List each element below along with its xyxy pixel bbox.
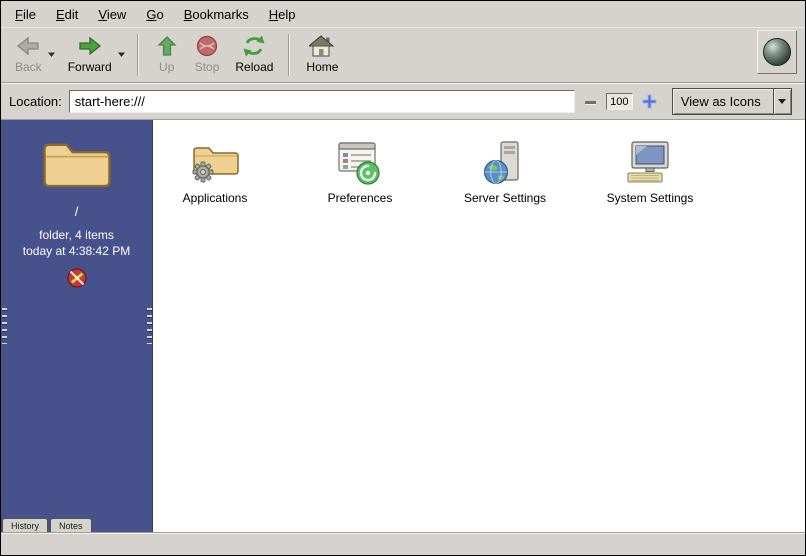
menu-help[interactable]: Help	[259, 3, 306, 26]
content-pane[interactable]: Applications Preferences	[153, 120, 805, 532]
pane-resize-grip[interactable]	[147, 308, 152, 344]
nowrite-emblem-icon	[66, 267, 88, 294]
icon-applications[interactable]: Applications	[159, 134, 271, 205]
sidebar-item-count: folder, 4 items	[39, 228, 114, 242]
chevron-down-icon	[47, 46, 56, 61]
icon-preferences[interactable]: Preferences	[304, 134, 416, 205]
back-history-dropdown-button[interactable]	[45, 44, 58, 63]
sidebar: / folder, 4 items today at 4:38:42 PM Hi…	[1, 120, 153, 532]
toolbar-separator	[137, 34, 138, 76]
forward-history-dropdown-button[interactable]	[115, 44, 128, 63]
reload-icon	[241, 34, 267, 58]
preferences-window-swirl-icon	[335, 134, 385, 186]
applications-folder-gear-icon	[190, 134, 240, 186]
toolbar-separator	[288, 34, 289, 76]
monitor-keyboard-icon	[623, 134, 677, 186]
chevron-down-icon	[117, 46, 126, 61]
menu-bookmarks[interactable]: Bookmarks	[174, 3, 259, 26]
folder-icon	[41, 136, 113, 192]
stop-button[interactable]: Stop	[187, 30, 228, 76]
zoom-level: 100	[606, 93, 633, 110]
sidebar-tabs: History Notes	[2, 518, 92, 532]
reload-button[interactable]: Reload	[227, 30, 281, 76]
plus-icon	[642, 94, 657, 109]
view-as-select[interactable]: View as Icons	[672, 88, 792, 115]
home-button[interactable]: Home	[298, 30, 346, 76]
menu-file[interactable]: File	[5, 3, 46, 26]
zoom-in-button[interactable]	[640, 92, 659, 111]
server-tower-globe-icon	[480, 134, 530, 186]
view-as-value: View as Icons	[673, 89, 773, 114]
menu-view[interactable]: View	[88, 3, 136, 26]
up-button[interactable]: Up	[147, 30, 187, 76]
location-bar: Location: 100 View as Icons	[1, 83, 805, 120]
icon-server-settings[interactable]: Server Settings	[449, 134, 561, 205]
chevron-down-icon	[778, 99, 786, 104]
menu-edit[interactable]: Edit	[46, 3, 88, 26]
icon-system-settings[interactable]: System Settings	[594, 134, 706, 205]
icon-label: Preferences	[328, 191, 393, 205]
menu-go[interactable]: Go	[136, 3, 173, 26]
main-area: / folder, 4 items today at 4:38:42 PM Hi…	[1, 120, 805, 532]
back-button[interactable]: Back	[7, 30, 50, 76]
up-arrow-icon	[155, 34, 179, 58]
throbber	[757, 30, 797, 74]
icon-label: Server Settings	[464, 191, 546, 205]
stop-icon	[195, 34, 219, 58]
sidebar-title: /	[75, 204, 79, 219]
view-as-dropdown-button[interactable]	[773, 89, 791, 114]
forward-button[interactable]: Forward	[60, 30, 120, 76]
minus-icon	[584, 96, 597, 108]
history-tab[interactable]: History	[2, 518, 48, 532]
zoom-out-button[interactable]	[582, 94, 599, 110]
pane-resize-grip[interactable]	[2, 308, 7, 344]
back-arrow-icon	[15, 34, 41, 58]
location-label: Location:	[9, 94, 62, 109]
forward-arrow-icon	[77, 34, 103, 58]
menu-bar: File Edit View Go Bookmarks Help	[1, 1, 805, 27]
notes-tab[interactable]: Notes	[50, 518, 92, 532]
home-icon	[309, 34, 335, 58]
toolbar: Back Forward Up	[1, 27, 805, 83]
icon-label: Applications	[183, 191, 248, 205]
location-input[interactable]	[69, 90, 575, 113]
throbber-sphere-icon	[763, 38, 791, 66]
sidebar-modified: today at 4:38:42 PM	[23, 244, 130, 258]
icon-label: System Settings	[607, 191, 694, 205]
nautilus-window: File Edit View Go Bookmarks Help Back Fo…	[0, 0, 806, 556]
status-bar	[1, 532, 805, 555]
